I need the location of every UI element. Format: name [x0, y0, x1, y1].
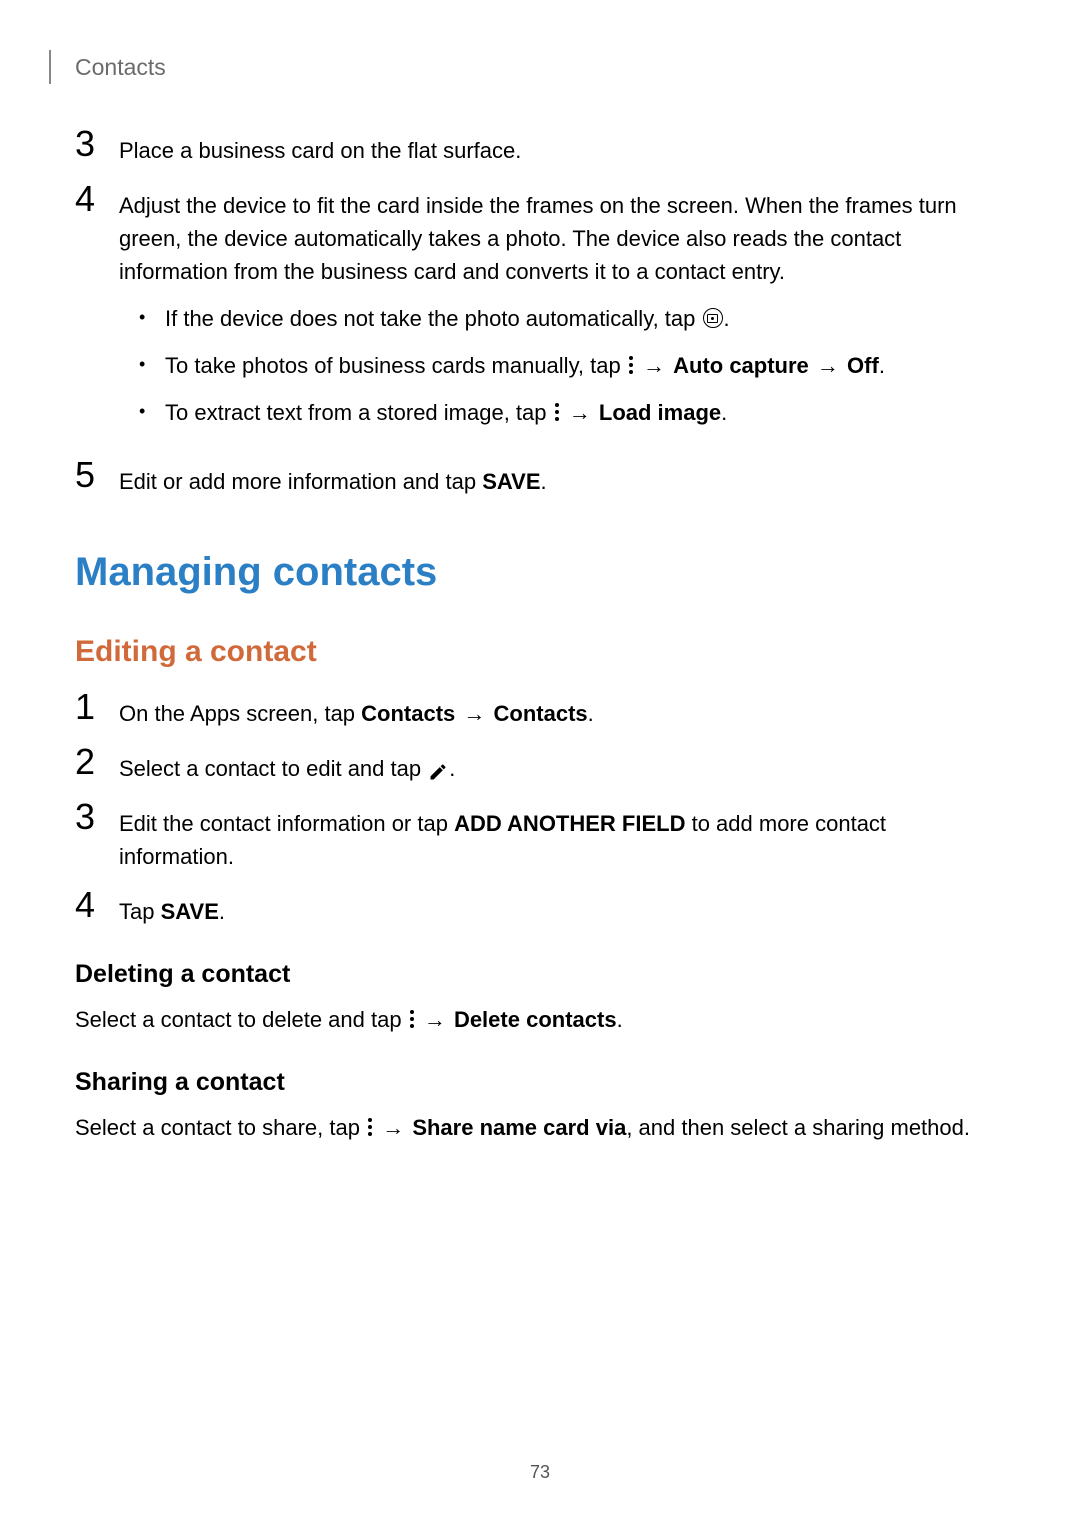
bullet-item: To extract text from a stored image, tap…	[139, 396, 1005, 429]
more-options-icon	[555, 403, 559, 421]
step-text: Edit the contact information or tap ADD …	[119, 805, 1005, 873]
step-text: Edit or add more information and tap SAV…	[119, 463, 1005, 498]
step-number: 4	[75, 181, 119, 217]
para-prefix: Select a contact to delete and tap	[75, 1007, 408, 1032]
arrow-icon: →	[424, 1007, 446, 1032]
editing-step-2: 2 Select a contact to edit and tap .	[75, 750, 1005, 785]
step-number: 3	[75, 799, 119, 835]
step-prefix: On the Apps screen, tap	[119, 701, 361, 726]
step-suffix: .	[588, 701, 594, 726]
step-prefix: Tap	[119, 899, 161, 924]
step-suffix: .	[449, 756, 455, 781]
arrow-icon: →	[817, 353, 839, 378]
sharing-text: Select a contact to share, tap → Share n…	[75, 1111, 1005, 1144]
para-prefix: Select a contact to share, tap	[75, 1115, 366, 1140]
more-options-icon	[629, 356, 633, 374]
bullet-suffix: .	[879, 353, 885, 378]
step-number: 5	[75, 457, 119, 493]
camera-icon	[703, 308, 723, 328]
step-number: 4	[75, 887, 119, 923]
bullet-item: To take photos of business cards manuall…	[139, 349, 1005, 382]
bold-text: Contacts	[494, 701, 588, 726]
more-options-icon	[410, 1010, 414, 1028]
bullet-item: If the device does not take the photo au…	[139, 302, 1005, 335]
bullet-text: If the device does not take the photo au…	[165, 306, 702, 331]
arrow-icon: →	[569, 400, 591, 425]
step-suffix: .	[219, 899, 225, 924]
step-prefix: Select a contact to edit and tap	[119, 756, 427, 781]
page-header: Contacts	[49, 50, 1005, 84]
arrow-icon: →	[382, 1115, 404, 1140]
step-text: Adjust the device to fit the card inside…	[119, 189, 1005, 288]
step-text: Tap SAVE.	[119, 893, 1005, 928]
step-prefix: Edit the contact information or tap	[119, 811, 454, 836]
bullet-suffix: .	[721, 400, 727, 425]
sub-heading-deleting: Deleting a contact	[75, 960, 1005, 989]
editing-step-1: 1 On the Apps screen, tap Contacts → Con…	[75, 695, 1005, 730]
bold-text: Load image	[599, 400, 721, 425]
arrow-icon: →	[463, 701, 485, 726]
header-title: Contacts	[75, 54, 166, 81]
bullet-list: If the device does not take the photo au…	[139, 302, 1005, 429]
step-suffix: .	[541, 469, 547, 494]
arrow-icon: →	[643, 353, 665, 378]
bold-text: Share name card via	[412, 1115, 626, 1140]
para-suffix: , and then select a sharing method.	[626, 1115, 970, 1140]
more-options-icon	[368, 1118, 372, 1136]
bullet-text: To take photos of business cards manuall…	[165, 353, 627, 378]
bold-text: Off	[847, 353, 879, 378]
step-prefix: Edit or add more information and tap	[119, 469, 482, 494]
step-text: Select a contact to edit and tap .	[119, 750, 1005, 785]
bold-text: SAVE	[482, 469, 540, 494]
step-content: Adjust the device to fit the card inside…	[119, 187, 1005, 443]
bullet-suffix: .	[724, 306, 730, 331]
step-number: 3	[75, 126, 119, 162]
step-number: 1	[75, 689, 119, 725]
bold-text: SAVE	[161, 899, 219, 924]
step-5: 5 Edit or add more information and tap S…	[75, 463, 1005, 498]
para-suffix: .	[617, 1007, 623, 1032]
subsection-title: Editing a contact	[75, 635, 1005, 669]
bold-text: Contacts	[361, 701, 455, 726]
sub-heading-sharing: Sharing a contact	[75, 1068, 1005, 1097]
page-number: 73	[0, 1462, 1080, 1483]
deleting-text: Select a contact to delete and tap → Del…	[75, 1003, 1005, 1036]
step-text: On the Apps screen, tap Contacts → Conta…	[119, 695, 1005, 730]
header-divider	[49, 50, 51, 84]
step-number: 2	[75, 744, 119, 780]
bold-text: ADD ANOTHER FIELD	[454, 811, 685, 836]
bold-text: Auto capture	[673, 353, 809, 378]
editing-step-4: 4 Tap SAVE.	[75, 893, 1005, 928]
step-3: 3 Place a business card on the flat surf…	[75, 132, 1005, 167]
editing-step-3: 3 Edit the contact information or tap AD…	[75, 805, 1005, 873]
bold-text: Delete contacts	[454, 1007, 617, 1032]
step-text: Place a business card on the flat surfac…	[119, 132, 1005, 167]
section-title: Managing contacts	[75, 550, 1005, 595]
step-4: 4 Adjust the device to fit the card insi…	[75, 187, 1005, 443]
edit-icon	[428, 758, 448, 778]
bullet-text: To extract text from a stored image, tap	[165, 400, 553, 425]
